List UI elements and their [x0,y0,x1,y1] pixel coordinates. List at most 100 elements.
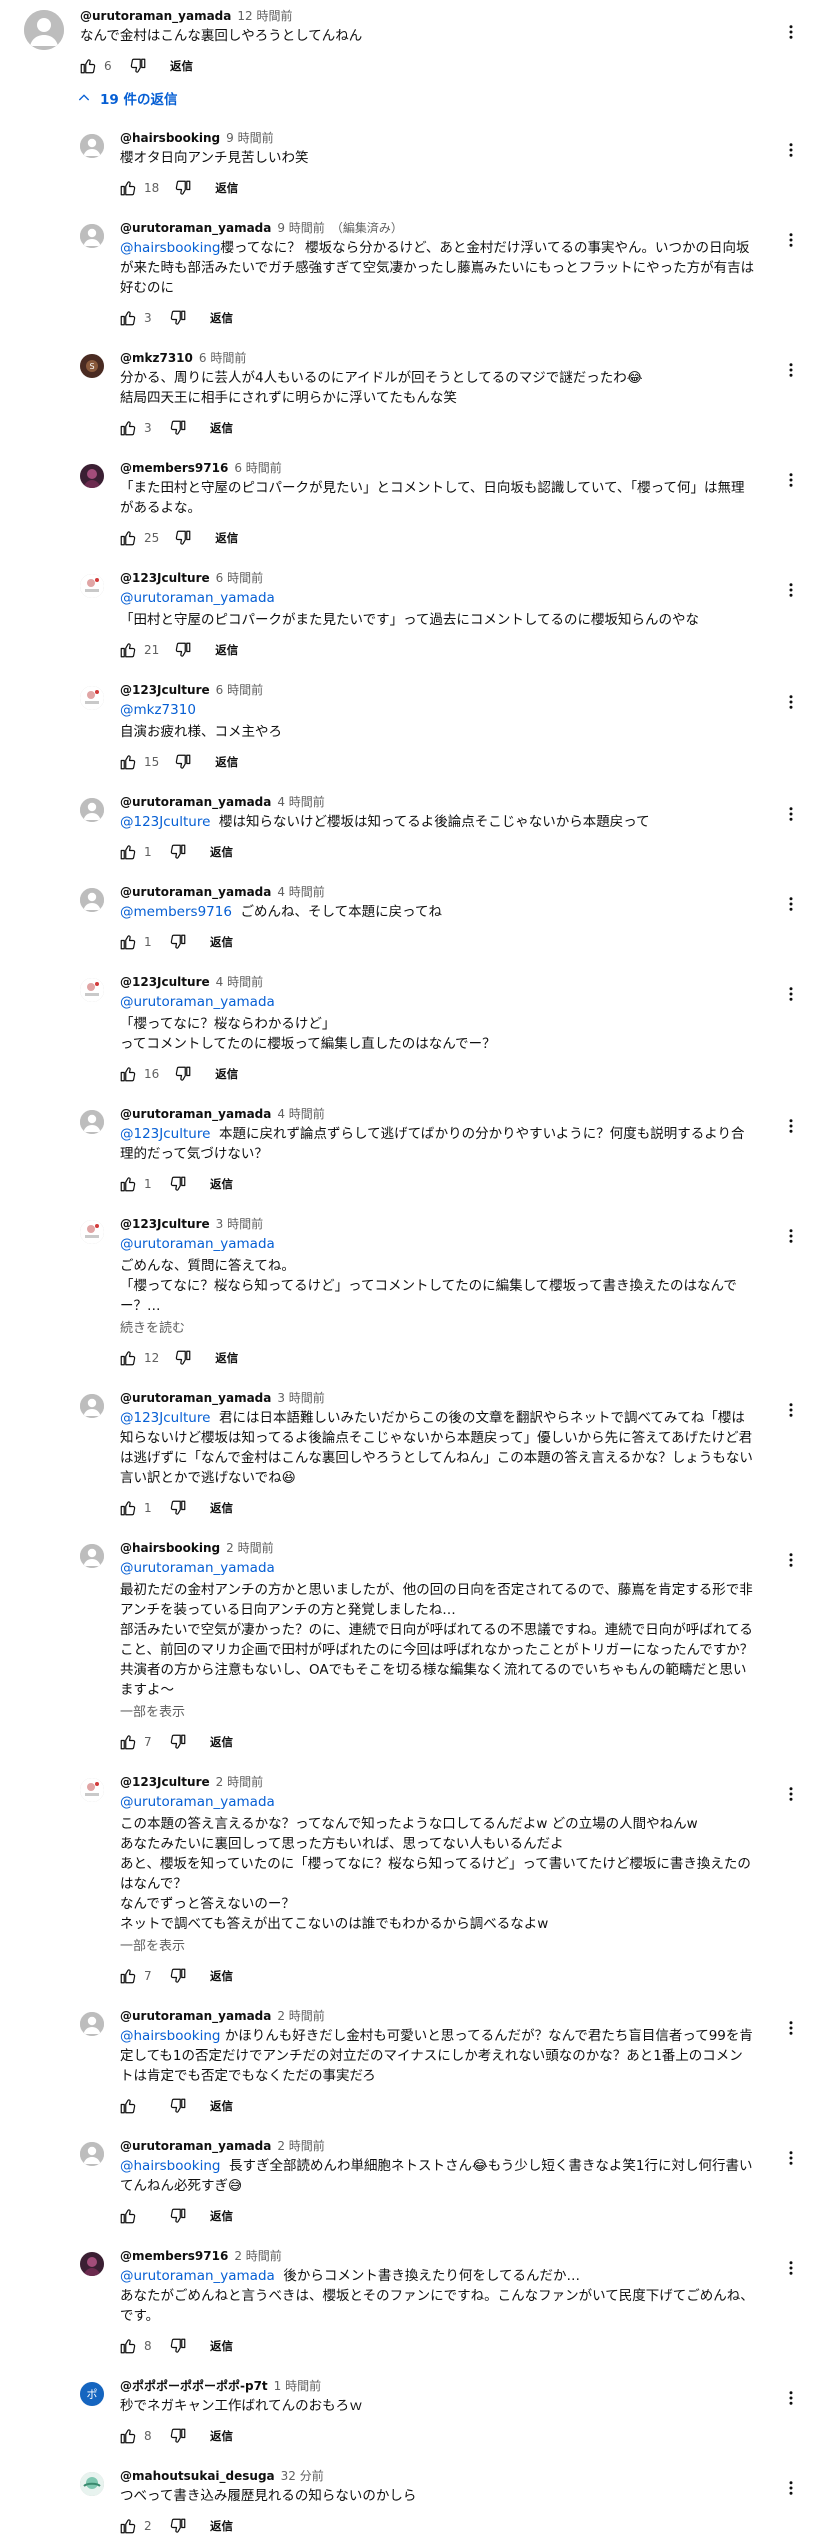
mention-link[interactable]: @hairsbooking [120,2158,220,2174]
author-name[interactable]: @urutoraman_yamada [80,8,231,24]
timestamp[interactable]: 2 時間前 [216,1774,263,1790]
timestamp[interactable]: 2 時間前 [277,2138,324,2154]
avatar[interactable] [80,1544,104,1568]
mention-link[interactable]: @urutoraman_yamada [120,1234,755,1254]
author-name[interactable]: @urutoraman_yamada [120,2008,271,2024]
timestamp[interactable]: 4 時間前 [216,974,263,990]
reply-button[interactable]: 返信 [215,642,238,658]
timestamp[interactable]: 4 時間前 [277,1106,324,1122]
dislike-button[interactable] [164,2512,192,2540]
dislike-button[interactable] [169,636,197,664]
dislike-button[interactable] [169,524,197,552]
dislike-button[interactable] [169,1060,197,1088]
mention-link[interactable]: @members9716 [120,904,232,920]
like-button[interactable] [114,304,142,332]
avatar[interactable] [80,574,104,598]
timestamp[interactable]: 32 分前 [281,2468,324,2484]
timestamp[interactable]: 2 時間前 [277,2008,324,2024]
action-menu-button[interactable] [779,2256,803,2280]
reply-button[interactable]: 返信 [210,2208,233,2224]
action-menu-button[interactable] [779,1398,803,1422]
reply-button[interactable]: 返信 [215,1066,238,1082]
reply-button[interactable]: 返信 [210,2338,233,2354]
timestamp[interactable]: 4 時間前 [277,794,324,810]
author-name[interactable]: @123Jculture [120,1774,210,1790]
dislike-button[interactable] [164,304,192,332]
like-button[interactable] [114,2332,142,2360]
reply-button[interactable]: 返信 [210,1968,233,1984]
timestamp[interactable]: 3 時間前 [277,1390,324,1406]
dislike-button[interactable] [164,928,192,956]
reply-button[interactable]: 返信 [210,844,233,860]
like-button[interactable] [74,52,102,80]
dislike-button[interactable] [124,52,152,80]
like-button[interactable] [114,1060,142,1088]
author-name[interactable]: @urutoraman_yamada [120,1390,271,1406]
author-name[interactable]: @mahoutsukai_desugа [120,2468,275,2484]
avatar[interactable] [80,798,104,822]
reply-button[interactable]: 返信 [210,2098,233,2114]
author-name[interactable]: @123Jculture [120,974,210,990]
author-name[interactable]: @members9716 [120,2248,228,2264]
mention-link[interactable]: @123Jculture [120,1126,210,1142]
action-menu-button[interactable] [779,2476,803,2500]
timestamp[interactable]: 6 時間前 [216,570,263,586]
avatar[interactable] [80,2012,104,2036]
expand-text-button[interactable]: 続きを読む [120,1320,755,1338]
mention-link[interactable]: @urutoraman_yamada [120,1792,755,1812]
mention-link[interactable]: @123Jculture [120,814,210,830]
action-menu-button[interactable] [779,228,803,252]
dislike-button[interactable] [164,1728,192,1756]
timestamp[interactable]: 3 時間前 [216,1216,263,1232]
author-name[interactable]: @urutoraman_yamada [120,220,271,236]
avatar[interactable] [80,1394,104,1418]
action-menu-button[interactable] [779,138,803,162]
avatar[interactable] [80,2252,104,2276]
like-button[interactable] [114,1728,142,1756]
timestamp[interactable]: 6 時間前 [199,350,246,366]
action-menu-button[interactable] [779,468,803,492]
reply-button[interactable]: 返信 [210,1176,233,1192]
dislike-button[interactable] [169,748,197,776]
author-name[interactable]: @123Jculture [120,682,210,698]
timestamp[interactable]: 6 時間前 [216,682,263,698]
like-button[interactable] [114,2422,142,2450]
dislike-button[interactable] [164,414,192,442]
author-name[interactable]: @urutoraman_yamada [120,1106,271,1122]
like-button[interactable] [114,1962,142,1990]
author-name[interactable]: @members9716 [120,460,228,476]
avatar[interactable] [80,2472,104,2496]
action-menu-button[interactable] [779,1114,803,1138]
like-button[interactable] [114,2512,142,2540]
action-menu-button[interactable] [779,2386,803,2410]
reply-button[interactable]: 返信 [215,1350,238,1366]
avatar[interactable] [80,888,104,912]
like-button[interactable] [114,928,142,956]
dislike-button[interactable] [169,174,197,202]
mention-link[interactable]: @hairsbooking [120,2028,220,2044]
avatar[interactable] [80,224,104,248]
avatar[interactable] [24,10,64,50]
action-menu-button[interactable] [779,2146,803,2170]
dislike-button[interactable] [164,1962,192,1990]
dislike-button[interactable] [164,2332,192,2360]
action-menu-button[interactable] [779,358,803,382]
timestamp[interactable]: 12 時間前 [237,8,292,24]
avatar[interactable] [80,686,104,710]
reply-button[interactable]: 返信 [210,310,233,326]
like-button[interactable] [114,414,142,442]
action-menu-button[interactable] [779,802,803,826]
avatar[interactable] [80,134,104,158]
reply-button[interactable]: 返信 [210,934,233,950]
mention-link[interactable]: @urutoraman_yamada [120,1558,755,1578]
avatar[interactable] [80,464,104,488]
timestamp[interactable]: 9 時間前 [277,220,324,236]
dislike-button[interactable] [169,1344,197,1372]
avatar[interactable]: S [80,354,104,378]
like-button[interactable] [114,2092,142,2120]
timestamp[interactable]: 1 時間前 [274,2378,321,2394]
dislike-button[interactable] [164,838,192,866]
reply-button[interactable]: 返信 [215,754,238,770]
reply-button[interactable]: 返信 [210,2518,233,2534]
action-menu-button[interactable] [779,982,803,1006]
